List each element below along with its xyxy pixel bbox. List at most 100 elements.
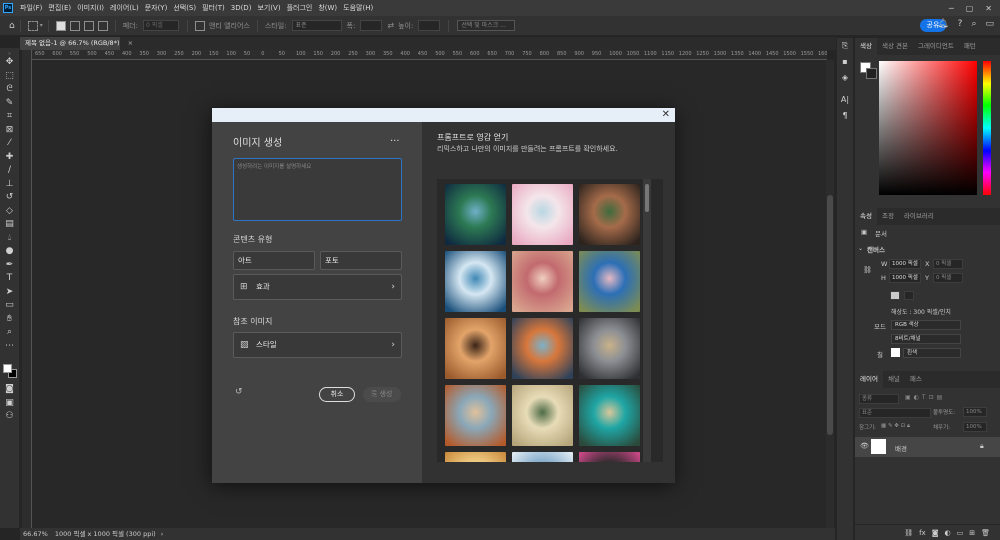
gallery-thumbnail-ocean-wave[interactable] [445,251,506,312]
more-options-icon[interactable]: ··· [390,136,400,147]
bell-icon[interactable]: 🔔︎ [937,19,948,29]
blend-mode-select[interactable]: 표준 [859,408,931,418]
edit-toolbar-icon[interactable]: ⚇ [0,410,19,424]
quick-select-tool-icon[interactable]: ✎ [0,97,19,111]
tab-color[interactable]: 색상 [855,38,877,55]
marquee-tool-icon[interactable]: ⬚ [0,70,19,84]
layer-name[interactable]: 배경 [895,443,907,453]
antialias-checkbox[interactable] [194,20,205,31]
layer-filter-icons[interactable]: ▣◐T⊡▤ [905,394,945,401]
menu-window[interactable]: 창(W) [315,3,340,13]
width-input[interactable] [360,20,383,31]
new-selection-icon[interactable] [55,20,66,31]
search-icon[interactable]: ⌕ [971,19,976,29]
art-option[interactable]: 아트 [233,251,315,270]
tab-gradients[interactable]: 그레이디언트 [913,38,959,55]
menu-select[interactable]: 선택(S) [170,3,199,13]
brush-tool-icon[interactable]: ∕ [0,164,19,178]
effects-button[interactable]: ⊞ 효과 › [233,274,402,300]
menu-filter[interactable]: 필터(T) [199,3,228,13]
eyedropper-tool-icon[interactable]: ⁄ [0,137,19,151]
menu-view[interactable]: 보기(V) [254,3,283,13]
height-input[interactable] [418,20,441,31]
comments-panel-icon[interactable]: ▪ [837,54,853,70]
style-reference-button[interactable]: ▨ 스타일 › [233,332,402,358]
close-tab-icon[interactable]: × [128,39,133,47]
rectangle-tool-icon[interactable]: ▭ [0,299,19,313]
layer-filter-select[interactable]: 종류 [859,394,899,404]
type-tool-icon[interactable]: T [0,272,19,286]
cancel-button[interactable]: 취소 [319,387,355,402]
crop-tool-icon[interactable]: ⌗ [0,110,19,124]
zoom-tool-icon[interactable]: ⌕ [0,326,19,340]
gallery-thumbnail-storm-pedestal[interactable] [579,318,640,379]
fill-select[interactable]: 흰색 [903,348,961,358]
gallery-thumbnail-partial-row-1[interactable] [445,452,506,462]
chevron-down-icon[interactable]: ▾ [40,22,43,29]
zoom-level[interactable]: 66.67% [23,530,48,538]
select-and-mask-button[interactable]: 선택 및 마스크 ... [457,20,516,31]
y-field[interactable]: 0 픽셀 [933,273,963,283]
marquee-preset-icon[interactable] [27,20,38,31]
tab-layers[interactable]: 레이어 [855,371,883,388]
gallery-thumbnail-green-vase-room[interactable] [512,385,573,446]
eraser-tool-icon[interactable]: ◇ [0,205,19,219]
menu-image[interactable]: 이미지(I) [74,3,107,13]
blur-tool-icon[interactable]: 💧︎ [0,232,19,246]
maximize-icon[interactable]: ▢ [966,4,974,13]
tab-swatches[interactable]: 색상 견본 [877,38,913,55]
gallery-thumbnail-partial-row-3[interactable] [579,452,640,462]
chevron-down-icon[interactable]: ⌄ [858,245,863,252]
gallery-thumbnail-castle-night-island[interactable] [445,184,506,245]
screen-mode-icon[interactable]: ▣ [0,397,19,411]
minimize-icon[interactable]: ─ [949,4,954,13]
gallery-thumbnail-colorful-bird-nest[interactable] [512,318,573,379]
gallery-scrollbar[interactable] [643,179,651,462]
toolbar-grip[interactable]: » [0,48,19,57]
default-colors-icon[interactable] [0,353,19,361]
background-swatch[interactable] [866,68,877,79]
vertical-scrollbar[interactable] [826,60,834,528]
feather-input[interactable]: 0 픽셀 [142,20,179,31]
menu-layer[interactable]: 레이어(L) [107,3,142,13]
photo-option[interactable]: 포토 [320,251,402,270]
subtract-selection-icon[interactable] [83,20,94,31]
opacity-field[interactable]: 100% [963,407,987,417]
paragraph-panel-icon[interactable]: ¶ [837,108,853,124]
gallery-thumbnail-blue-bird-flowers[interactable] [579,251,640,312]
tab-properties[interactable]: 속성 [855,208,877,225]
prompt-textarea[interactable]: 생성하려는 이미지를 설명하세요 [233,158,402,221]
portrait-icon[interactable] [890,291,900,300]
mode-select[interactable]: RGB 색상 [891,320,961,330]
link-layers-icon[interactable]: ⛓︎ [904,529,913,537]
menu-3d[interactable]: 3D(D) [228,4,255,12]
menu-type[interactable]: 문자(Y) [142,3,171,13]
bit-depth-select[interactable]: 8비트/채널 [891,334,961,344]
style-select[interactable]: 표준 [291,20,342,31]
menu-file[interactable]: 파일(F) [17,3,45,13]
character-panel-icon[interactable]: A| [837,92,853,108]
help-icon[interactable]: ? [958,19,963,29]
home-icon[interactable]: ⌂ [9,21,15,31]
close-dialog-icon[interactable]: ✕ [662,109,670,121]
color-swatches[interactable] [0,361,19,383]
gallery-thumbnail-tiny-house-island[interactable] [579,385,640,446]
color-field[interactable] [879,61,977,195]
link-icon[interactable]: ⛓︎ [863,266,872,274]
fx-icon[interactable]: fx [919,529,926,537]
menu-help[interactable]: 도움말(H) [340,3,376,13]
menu-plugins[interactable]: 플러그인 [284,3,316,13]
more-tools-icon[interactable]: ⋯ [0,340,19,354]
history-panel-icon[interactable]: ⎘ [837,38,853,54]
gallery-thumbnail-copper-vases[interactable] [445,318,506,379]
tab-adjustments[interactable]: 조정 [877,208,899,225]
gallery-thumbnail-koala-jacket[interactable] [445,385,506,446]
quick-mask-icon[interactable]: ◙ [0,383,19,397]
delete-layer-icon[interactable]: 🗑︎ [981,529,990,537]
tab-libraries[interactable]: 라이브러리 [899,208,939,225]
document-tab[interactable]: 제목 없음-1 @ 66.7% (RGB/8*) × [20,37,133,50]
frame-tool-icon[interactable]: ⊠ [0,124,19,138]
intersect-selection-icon[interactable] [97,20,108,31]
status-arrow-icon[interactable]: › [161,530,164,538]
gallery-thumbnail-cartoon-girl-headphones[interactable] [579,184,640,245]
